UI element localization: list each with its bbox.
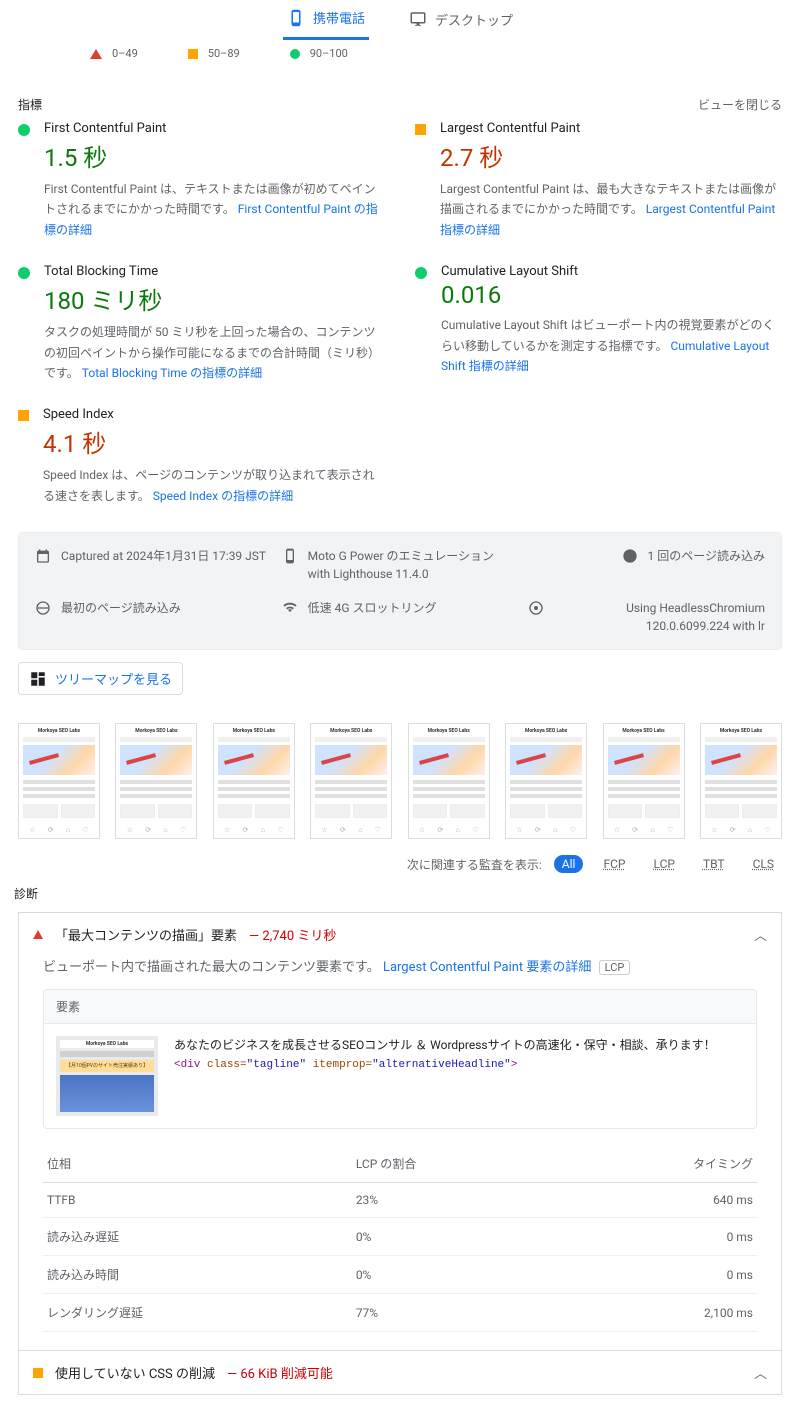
chevron-up-icon: ︿ [754,1363,767,1382]
filter-cls[interactable]: CLS [745,855,782,873]
status-dot-icon [415,267,427,279]
status-square-icon [18,410,29,421]
filter-label: 次に関連する監査を表示: [407,856,542,873]
element-row: Morkoya SEO Labs 【月10個PVのサイト売注実績あり】 あなたの… [44,1024,756,1128]
filmstrip-frame[interactable]: Morkoya SEO Labs☆⟳⌂♡ [700,723,782,839]
tab-mobile[interactable]: 携帯電話 [283,4,369,40]
tab-mobile-label: 携帯電話 [313,8,365,27]
wifi-icon [282,600,298,616]
metric-si: Speed Index 4.1 秒 Speed Index は、ページのコンテン… [18,407,385,506]
env-load: 1 回のページ読み込み [528,547,765,583]
filter-lcp[interactable]: LCP [645,855,682,873]
audit-lcp-element: 「最大コンテンツの描画」要素 — 2,740 ミリ秒 ︿ ビューポート内で描画さ… [18,912,782,1351]
filmstrip-frame[interactable]: Morkoya SEO Labs☆⟳⌂♡ [603,723,685,839]
env-browser: Using HeadlessChromium 120.0.6099.224 wi… [528,599,765,635]
diagnostics-heading: 診断 [14,885,782,902]
metric-cls: Cumulative Layout Shift 0.016 Cumulative… [415,264,782,383]
chevron-up-icon: ︿ [754,925,767,944]
treemap-icon [29,670,47,688]
lcp-tag: LCP [599,960,631,975]
device-tabs: 携帯電話 デスクトップ [0,0,800,41]
close-view-link[interactable]: ビューを閉じる [698,96,782,113]
chrome-icon [528,600,544,616]
metric-tbt: Total Blocking Time 180 ミリ秒 タスクの処理時間が 50… [18,264,385,383]
metric-fcp: First Contentful Paint 1.5 秒 First Conte… [18,121,385,240]
metric-lcp: Largest Contentful Paint 2.7 秒 Largest C… [415,121,782,240]
filter-all[interactable]: All [554,855,584,873]
phone-icon [287,9,305,27]
globe-icon [35,600,51,616]
filmstrip-row: Morkoya SEO Labs☆⟳⌂♡ Morkoya SEO Labs☆⟳⌂… [18,723,782,839]
circle-icon [290,49,300,59]
si-link[interactable]: Speed Index の指標の詳細 [153,489,293,503]
status-square-icon [415,124,426,135]
element-thumbnail: Morkoya SEO Labs 【月10個PVのサイト売注実績あり】 [56,1036,158,1116]
runtime-environment: Captured at 2024年1月31日 17:39 JST Moto G … [18,532,782,650]
filmstrip-frame[interactable]: Morkoya SEO Labs☆⟳⌂♡ [310,723,392,839]
triangle-icon [90,49,102,59]
tab-desktop-label: デスクトップ [435,10,513,29]
env-device: Moto G Power のエミュレーション with Lighthouse 1… [282,547,519,583]
square-icon [33,1368,43,1378]
env-initial: 最初のページ読み込み [35,599,272,635]
filmstrip-frame[interactable]: Morkoya SEO Labs☆⟳⌂♡ [213,723,295,839]
metrics-label: 指標 [18,96,42,113]
lcp-element-link[interactable]: Largest Contentful Paint 要素の詳細 [383,960,591,975]
filmstrip-frame[interactable]: Morkoya SEO Labs☆⟳⌂♡ [115,723,197,839]
table-row: 読み込み時間0%0 ms [43,1256,757,1294]
table-row: レンダリング遅延77%2,100 ms [43,1294,757,1332]
filmstrip-frame[interactable]: Morkoya SEO Labs☆⟳⌂♡ [18,723,100,839]
audit-unused-css-header[interactable]: 使用していない CSS の削減 — 66 KiB 削減可能 ︿ [19,1351,781,1394]
square-icon [188,49,198,59]
audit-lcp-header[interactable]: 「最大コンテンツの描画」要素 — 2,740 ミリ秒 ︿ [19,913,781,956]
filmstrip-frame[interactable]: Morkoya SEO Labs☆⟳⌂♡ [408,723,490,839]
calendar-icon [35,548,51,564]
timer-icon [622,548,638,564]
tbt-link[interactable]: Total Blocking Time の指標の詳細 [82,366,262,380]
phone-icon [282,548,298,564]
lcp-phase-table: 位相 LCP の割合 タイミング TTFB23%640 ms 読み込み遅延0%0… [43,1145,757,1332]
env-captured: Captured at 2024年1月31日 17:39 JST [35,547,272,583]
element-snippet: <div class="tagline" itemprop="alternati… [174,1059,744,1071]
filter-fcp[interactable]: FCP [595,855,633,873]
audit-unused-css: 使用していない CSS の削減 — 66 KiB 削減可能 ︿ [18,1351,782,1395]
env-throttle: 低速 4G スロットリング [282,599,519,635]
table-row: 読み込み遅延0%0 ms [43,1218,757,1256]
status-dot-icon [18,124,30,136]
score-legend: 0–49 50–89 90–100 [0,41,800,78]
triangle-icon [33,930,43,939]
status-dot-icon [18,267,30,279]
element-table-head: 要素 [44,990,756,1024]
table-row: TTFB23%640 ms [43,1183,757,1218]
filmstrip-frame[interactable]: Morkoya SEO Labs☆⟳⌂♡ [505,723,587,839]
desktop-icon [409,10,427,28]
filter-tbt[interactable]: TBT [695,855,733,873]
tab-desktop[interactable]: デスクトップ [405,4,517,40]
treemap-button[interactable]: ツリーマップを見る [18,662,183,695]
